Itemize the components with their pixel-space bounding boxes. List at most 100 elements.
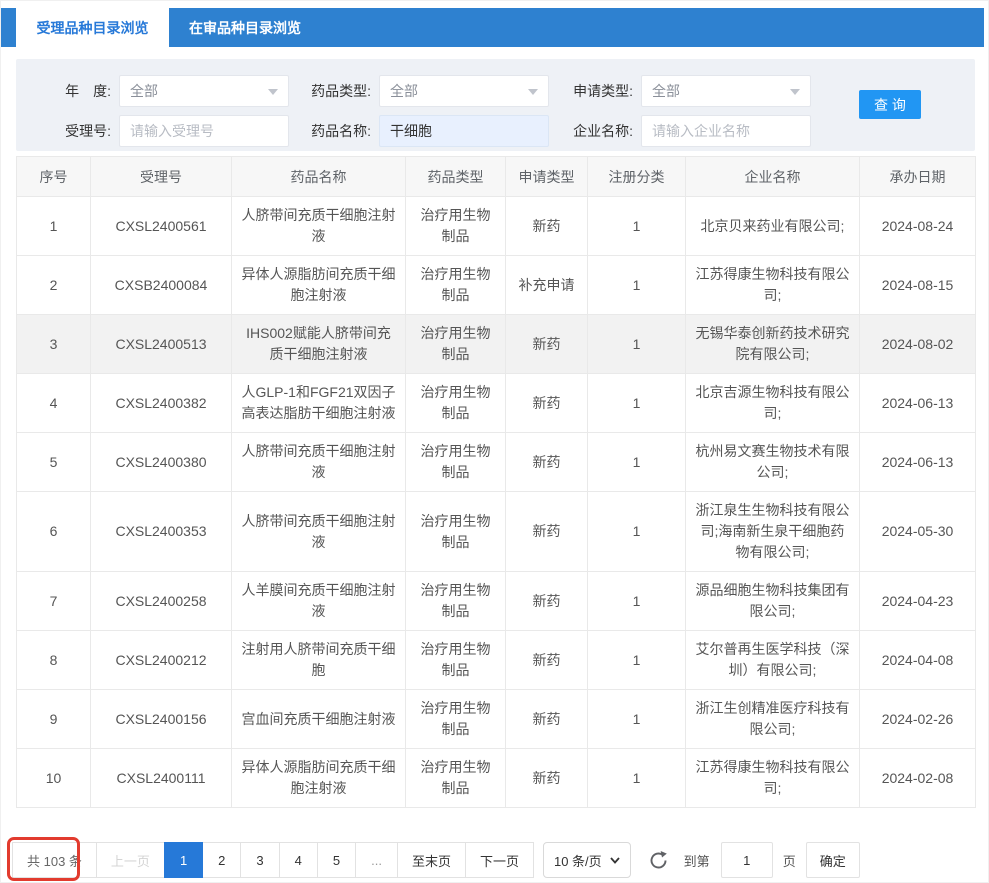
cell-accept-no: CXSL2400353	[91, 492, 232, 572]
cell-reg-class: 1	[588, 690, 686, 749]
tab-under-review-catalog[interactable]: 在审品种目录浏览	[169, 8, 321, 47]
cell-drug-type: 治疗用生物制品	[406, 690, 506, 749]
year-select-value: 全部	[130, 81, 158, 101]
table-row: 4CXSL2400382人GLP-1和FGF21双因子高表达脂肪干细胞注射液治疗…	[17, 374, 976, 433]
last-page-button[interactable]: 至末页	[397, 842, 466, 878]
cell-reg-class: 1	[588, 572, 686, 631]
drug-type-label: 药品类型:	[291, 81, 379, 101]
table-row: 5CXSL2400380人脐带间充质干细胞注射液治疗用生物制品新药1杭州易文赛生…	[17, 433, 976, 492]
cell-drug-name: 注射用人脐带间充质干细胞	[232, 631, 406, 690]
goto-page-input[interactable]	[721, 842, 773, 878]
cell-apply-type: 新药	[506, 631, 588, 690]
table-body: 1CXSL2400561人脐带间充质干细胞注射液治疗用生物制品新药1北京贝来药业…	[17, 197, 976, 808]
table-row: 6CXSL2400353人脐带间充质干细胞注射液治疗用生物制品新药1浙江泉生生物…	[17, 492, 976, 572]
tab-accepted-catalog[interactable]: 受理品种目录浏览	[16, 8, 169, 47]
cell-reg-class: 1	[588, 256, 686, 315]
confirm-button[interactable]: 确定	[806, 842, 860, 878]
cell-accept-no: CXSB2400084	[91, 256, 232, 315]
page-button-1[interactable]: 1	[164, 842, 203, 878]
cell-apply-type: 新药	[506, 315, 588, 374]
cell-apply-type: 新药	[506, 492, 588, 572]
cell-company: 浙江泉生生物科技有限公司;海南新生泉干细胞药物有限公司;	[686, 492, 860, 572]
refresh-button[interactable]	[648, 842, 669, 878]
table-row: 9CXSL2400156宫血间充质干细胞注射液治疗用生物制品新药1浙江生创精准医…	[17, 690, 976, 749]
page-button-4[interactable]: 4	[279, 842, 318, 878]
table-row: 2CXSB2400084异体人源脂肪间充质干细胞注射液治疗用生物制品补充申请1江…	[17, 256, 976, 315]
cell-company: 艾尔普再生医学科技（深圳）有限公司;	[686, 631, 860, 690]
cell-drug-type: 治疗用生物制品	[406, 749, 506, 808]
cell-company: 北京吉源生物科技有限公司;	[686, 374, 860, 433]
search-button[interactable]: 查 询	[859, 90, 921, 119]
cell-drug-type: 治疗用生物制品	[406, 197, 506, 256]
cell-accept-no: CXSL2400111	[91, 749, 232, 808]
page-size-select[interactable]: 10 条/页	[543, 842, 631, 878]
cell-apply-type: 新药	[506, 374, 588, 433]
table-header-row: 序号 受理号 药品名称 药品类型 申请类型 注册分类 企业名称 承办日期	[17, 157, 976, 197]
drug-type-select[interactable]: 全部	[379, 75, 549, 107]
tab-bar: 受理品种目录浏览 在审品种目录浏览	[1, 8, 984, 47]
col-header-index: 序号	[17, 157, 91, 197]
cell-drug-name: 人脐带间充质干细胞注射液	[232, 433, 406, 492]
cell-apply-type: 新药	[506, 433, 588, 492]
prev-page-button[interactable]: 上一页	[96, 842, 165, 878]
cell-date: 2024-06-13	[860, 433, 976, 492]
cell-company: 浙江生创精准医疗科技有限公司;	[686, 690, 860, 749]
cell-date: 2024-05-30	[860, 492, 976, 572]
chevron-down-icon	[268, 89, 278, 95]
accept-no-label: 受理号:	[31, 121, 119, 141]
col-header-company: 企业名称	[686, 157, 860, 197]
cell-accept-no: CXSL2400212	[91, 631, 232, 690]
accept-no-input[interactable]	[119, 115, 289, 147]
goto-page-unit: 页	[783, 842, 796, 878]
refresh-icon	[648, 850, 669, 871]
cell-company: 江苏得康生物科技有限公司;	[686, 749, 860, 808]
cell-company: 无锡华泰创新药技术研究院有限公司;	[686, 315, 860, 374]
page-button-2[interactable]: 2	[202, 842, 241, 878]
cell-reg-class: 1	[588, 374, 686, 433]
cell-drug-name: 人GLP-1和FGF21双因子高表达脂肪干细胞注射液	[232, 374, 406, 433]
company-input[interactable]	[641, 115, 811, 147]
tab-under-review-catalog-label: 在审品种目录浏览	[189, 18, 301, 38]
col-header-accept-no: 受理号	[91, 157, 232, 197]
cell-apply-type: 新药	[506, 690, 588, 749]
cell-index: 9	[17, 690, 91, 749]
cell-drug-name: 人羊膜间充质干细胞注射液	[232, 572, 406, 631]
cell-date: 2024-08-15	[860, 256, 976, 315]
next-page-button[interactable]: 下一页	[465, 842, 534, 878]
chevron-down-icon	[528, 89, 538, 95]
drug-catalog-page: 受理品种目录浏览 在审品种目录浏览 年 度: 全部 药品类型: 全部 申请类型:…	[0, 0, 989, 883]
table-row: 8CXSL2400212注射用人脐带间充质干细胞治疗用生物制品新药1艾尔普再生医…	[17, 631, 976, 690]
apply-type-label: 申请类型:	[553, 81, 641, 101]
cell-drug-type: 治疗用生物制品	[406, 572, 506, 631]
company-label: 企业名称:	[553, 121, 641, 141]
cell-reg-class: 1	[588, 315, 686, 374]
cell-accept-no: CXSL2400258	[91, 572, 232, 631]
page-button-5[interactable]: 5	[317, 842, 356, 878]
cell-accept-no: CXSL2400561	[91, 197, 232, 256]
cell-index: 1	[17, 197, 91, 256]
cell-drug-name: 宫血间充质干细胞注射液	[232, 690, 406, 749]
filter-panel: 年 度: 全部 药品类型: 全部 申请类型: 全部 受理号: 药	[16, 59, 975, 151]
cell-drug-type: 治疗用生物制品	[406, 374, 506, 433]
drug-name-input[interactable]	[379, 115, 549, 147]
col-header-drug-name: 药品名称	[232, 157, 406, 197]
cell-date: 2024-02-26	[860, 690, 976, 749]
year-label: 年 度:	[31, 81, 119, 101]
cell-index: 10	[17, 749, 91, 808]
cell-reg-class: 1	[588, 197, 686, 256]
year-select[interactable]: 全部	[119, 75, 289, 107]
cell-reg-class: 1	[588, 749, 686, 808]
cell-date: 2024-08-24	[860, 197, 976, 256]
page-size-value: 10 条/页	[554, 851, 602, 870]
apply-type-select[interactable]: 全部	[641, 75, 811, 107]
chevron-down-icon	[610, 857, 620, 864]
cell-company: 杭州易文赛生物技术有限公司;	[686, 433, 860, 492]
cell-reg-class: 1	[588, 631, 686, 690]
cell-date: 2024-06-13	[860, 374, 976, 433]
cell-drug-name: 异体人源脂肪间充质干细胞注射液	[232, 749, 406, 808]
filter-drug-name: 药品名称:	[291, 115, 549, 147]
goto-page-label: 到第	[684, 842, 710, 878]
cell-date: 2024-02-08	[860, 749, 976, 808]
cell-index: 3	[17, 315, 91, 374]
page-button-3[interactable]: 3	[240, 842, 279, 878]
